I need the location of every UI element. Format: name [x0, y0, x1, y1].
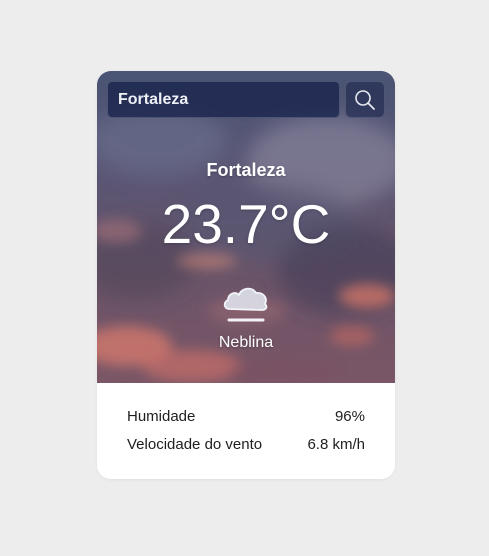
search-icon [355, 89, 375, 110]
city-name: Fortaleza [206, 160, 286, 180]
mist-cloud-icon [223, 287, 268, 322]
wind-speed-label: Velocidade do vento [127, 436, 263, 453]
search-button[interactable] [345, 81, 385, 118]
humidity-label: Humidade [127, 408, 196, 425]
humidity-value: 96% [334, 408, 365, 425]
temperature: 23.7°C [161, 193, 331, 255]
detail-row-humidity: Humidade 96% [127, 408, 365, 425]
detail-row-wind-speed: Velocidade do vento 6.8 km/h [127, 436, 365, 453]
weather-card: Fortaleza 23.7°C Neblina Humidade 96% Ve… [97, 71, 395, 479]
weather-hero: Fortaleza 23.7°C Neblina [97, 71, 395, 383]
weather-condition: Neblina [218, 334, 274, 351]
wind-speed-value: 6.8 km/h [307, 436, 365, 453]
weather-details: Humidade 96% Velocidade do vento 6.8 km/… [97, 383, 395, 479]
search-input[interactable] [107, 81, 340, 118]
